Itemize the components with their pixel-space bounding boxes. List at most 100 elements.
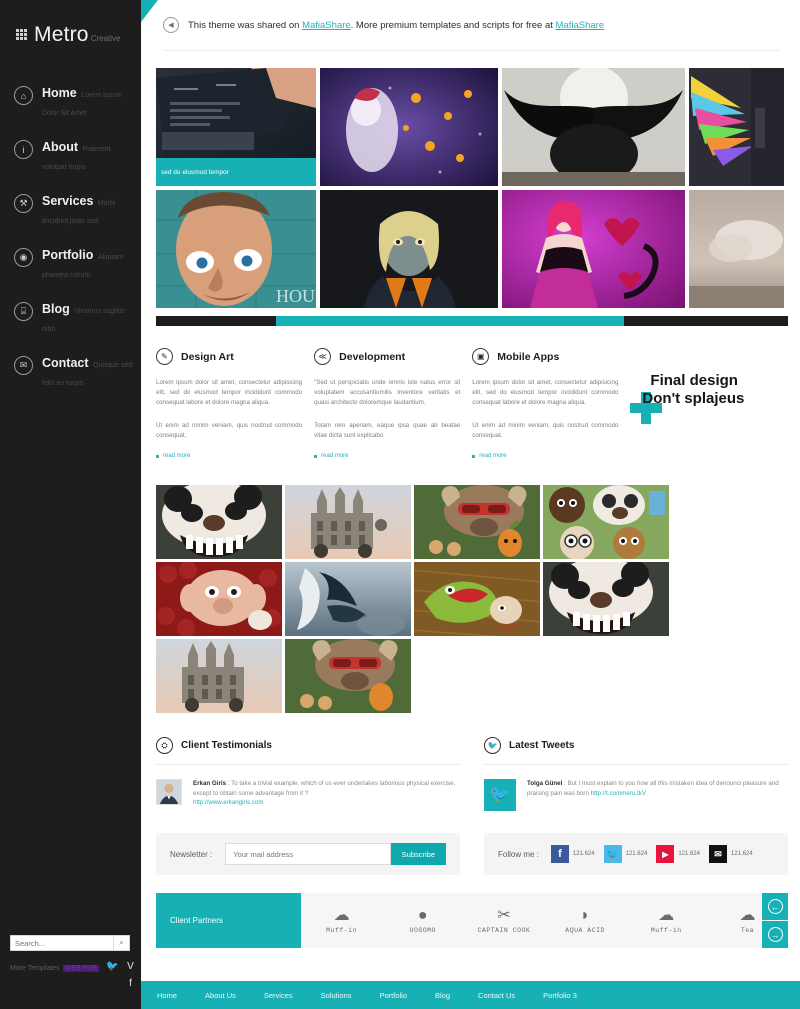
read-more-link[interactable]: read more bbox=[156, 453, 302, 459]
sidebar-item-label: Home bbox=[42, 86, 77, 100]
gallery-item-cloudy-sky[interactable] bbox=[689, 190, 784, 308]
footer-link-home[interactable]: Home bbox=[157, 991, 177, 1000]
widgets-section: ⛭ Client Testimonials Erkan Giris : To t… bbox=[156, 737, 788, 811]
sidebar-item-portfolio[interactable]: ◉ Portfolio Aliquam pharetra rutrum bbox=[0, 237, 141, 291]
gallery-item-pink-gothic-girl[interactable] bbox=[502, 190, 685, 308]
tweet-text: Tolga Günel : But I must explain to you … bbox=[527, 779, 788, 811]
dribbble-icon: ✉ bbox=[709, 845, 728, 863]
footer-link-portfolio-3[interactable]: Portfolio 3 bbox=[543, 991, 577, 1000]
partner-aquaacid-logo[interactable]: ◗ AQUA ACID bbox=[545, 907, 626, 934]
gallery-item-house-caricature[interactable]: HOUSE bbox=[156, 190, 316, 308]
service-paragraph-1: Lorem ipsum dolor sit amet, consectetur … bbox=[472, 379, 619, 406]
service-paragraph-2: Ut enim ad minim veniam, quis nostrud co… bbox=[156, 422, 303, 439]
partners-nav: ← → bbox=[762, 893, 788, 948]
partners-carousel: ☁ Muff-in ● UOGOMO ✂ CAPTAIN COOK ◗ AQUA… bbox=[301, 893, 788, 948]
gallery-item-fantasy-butterfly-girl[interactable] bbox=[320, 68, 498, 186]
facebook-icon[interactable]: f bbox=[124, 977, 137, 990]
gallery-item-castle-cart-2[interactable] bbox=[156, 639, 282, 713]
partner-captaincook-logo[interactable]: ✂ CAPTAIN COOK bbox=[463, 907, 544, 934]
read-more-label: read more bbox=[321, 453, 349, 459]
tweet-link[interactable]: http://t.co/omeru.tkV bbox=[591, 790, 646, 797]
testimonial-author: Erkan Giris bbox=[193, 780, 227, 787]
mafiashare-link-2[interactable]: MafiaShare bbox=[556, 20, 605, 31]
subscribe-button[interactable]: Subscribe bbox=[390, 843, 446, 865]
partners-prev-button[interactable]: ← bbox=[762, 893, 788, 920]
gallery-item-castle-cart[interactable] bbox=[285, 485, 411, 559]
follow-youtube[interactable]: ▶ 121.624 bbox=[656, 845, 704, 863]
search-input[interactable] bbox=[11, 938, 113, 948]
footer-link-portfolio[interactable]: Portfolio bbox=[380, 991, 408, 1000]
twitter-icon: 🐦 bbox=[484, 779, 516, 811]
service-title: Development bbox=[339, 350, 406, 363]
sidebar-item-label: Contact bbox=[42, 356, 89, 370]
vimeo-icon[interactable]: V bbox=[124, 960, 137, 973]
partner-name: Muff-in bbox=[650, 926, 682, 934]
footer-link-about-us[interactable]: About Us bbox=[205, 991, 236, 1000]
read-more-label: read more bbox=[479, 453, 507, 459]
gallery-item-red-crowd[interactable] bbox=[156, 562, 282, 636]
follow-dribbble[interactable]: ✉ 121.624 bbox=[709, 845, 757, 863]
final-design-line1: Final design bbox=[650, 372, 738, 389]
sidebar-item-about[interactable]: i About Praesent volutpat turpis bbox=[0, 129, 141, 183]
more-templates-link[interactable]: WEB.PUB bbox=[62, 965, 99, 972]
gallery-item-monster-sunglasses[interactable] bbox=[414, 485, 540, 559]
brand-name: Metro bbox=[34, 23, 89, 46]
footer-link-contact-us[interactable]: Contact Us bbox=[478, 991, 515, 1000]
announcement-text-middle: . More premium templates and scripts for… bbox=[350, 19, 556, 31]
partner-uoaomo-logo[interactable]: ● UOGOMO bbox=[382, 907, 463, 934]
follow-facebook[interactable]: f 121.624 bbox=[550, 845, 599, 863]
gallery-item-dragon-sky[interactable] bbox=[285, 562, 411, 636]
read-more-link[interactable]: read more bbox=[472, 453, 618, 459]
gallery-item-black-wings[interactable] bbox=[502, 68, 685, 186]
gallery-item-panda-smile-2[interactable] bbox=[543, 562, 669, 636]
gallery-item-characters-group[interactable] bbox=[543, 485, 669, 559]
gallery-item-brochure-design[interactable]: sed do eiusmod tempor bbox=[156, 68, 316, 186]
mafiashare-link-1[interactable]: MafiaShare bbox=[302, 20, 351, 31]
gallery-item-monster-sunglasses-2[interactable] bbox=[285, 639, 411, 713]
partner-muffin-logo[interactable]: ☁ Muff-in bbox=[301, 906, 382, 934]
tweet-author: Tolga Günel bbox=[527, 780, 563, 787]
announcement-text-before: This theme was shared on bbox=[188, 19, 303, 31]
sidebar-item-services[interactable]: ⚒ Services Morbi tincidunt justo sed bbox=[0, 183, 141, 237]
service-paragraph-1: Lorem ipsum dolor sit amet, consectetur … bbox=[156, 379, 303, 406]
wrench-icon: ⚒ bbox=[14, 194, 33, 213]
prev-icon[interactable]: ◀ bbox=[163, 17, 179, 33]
gallery-item-green-monster[interactable] bbox=[414, 562, 540, 636]
newsletter-email-input[interactable] bbox=[225, 843, 391, 865]
read-more-link[interactable]: read more bbox=[314, 453, 460, 459]
partner-muffin-logo-2[interactable]: ☁ Muff-in bbox=[626, 906, 707, 934]
gallery-progress-bar[interactable] bbox=[156, 316, 788, 326]
sidebar-social: 🐦 V f bbox=[97, 960, 137, 990]
widget-title: Client Testimonials bbox=[181, 740, 272, 751]
partners-label: Client Partners bbox=[156, 893, 301, 948]
gallery-item-panda-smile[interactable] bbox=[156, 485, 282, 559]
sidebar-item-blog[interactable]: ⌸ Blog Vivamus sagittis nibh bbox=[0, 291, 141, 345]
arrow-left-icon: ← bbox=[767, 899, 783, 914]
follow-panel: Follow me : f 121.624 🐦 121.624 ▶ 121.62… bbox=[484, 833, 788, 875]
services-section: ✎ Design Art Lorem ipsum dolor sit amet,… bbox=[156, 348, 788, 459]
partner-name: Tea bbox=[740, 926, 755, 934]
sidebar-item-contact[interactable]: ✉ Contact Quisque sed felis eu turpis bbox=[0, 345, 141, 399]
footer-link-solutions[interactable]: Solutions bbox=[321, 991, 352, 1000]
mobile-icon: ▣ bbox=[472, 348, 490, 365]
search-icon[interactable]: ⌕ bbox=[113, 936, 129, 950]
follow-count: 121.624 bbox=[625, 851, 648, 857]
follow-twitter[interactable]: 🐦 121.624 bbox=[603, 845, 652, 863]
testimonial-link[interactable]: http://www.erkangiris.com bbox=[193, 799, 264, 806]
main-content: ◀ This theme was shared on MafiaShare. M… bbox=[141, 0, 800, 1009]
newsletter-label: Newsletter : bbox=[170, 849, 213, 859]
portfolio-gallery-top: sed do eiusmod tempor HOU bbox=[156, 68, 790, 308]
twitter-icon[interactable]: 🐦 bbox=[106, 960, 119, 973]
gallery-item-colorful-wing[interactable] bbox=[689, 68, 784, 186]
gallery-item-blonde-warrior[interactable] bbox=[320, 190, 498, 308]
share-icon: ≪ bbox=[314, 348, 332, 365]
footer-link-blog[interactable]: Blog bbox=[435, 991, 450, 1000]
cloud-icon: ☁ bbox=[333, 906, 350, 924]
partners-next-button[interactable]: → bbox=[762, 921, 788, 948]
sidebar-item-home[interactable]: ⌂ Home Lorem Ipsum Dolor Sit Amet bbox=[0, 75, 141, 129]
footer-link-services[interactable]: Services bbox=[264, 991, 293, 1000]
cloud-icon: ☁ bbox=[658, 906, 675, 924]
brand-logo[interactable]: Metro Creative bbox=[0, 0, 141, 45]
service-paragraph-2: Ut enim ad minim veniam, quis nostrud co… bbox=[472, 422, 619, 439]
service-title: Mobile Apps bbox=[497, 350, 560, 363]
